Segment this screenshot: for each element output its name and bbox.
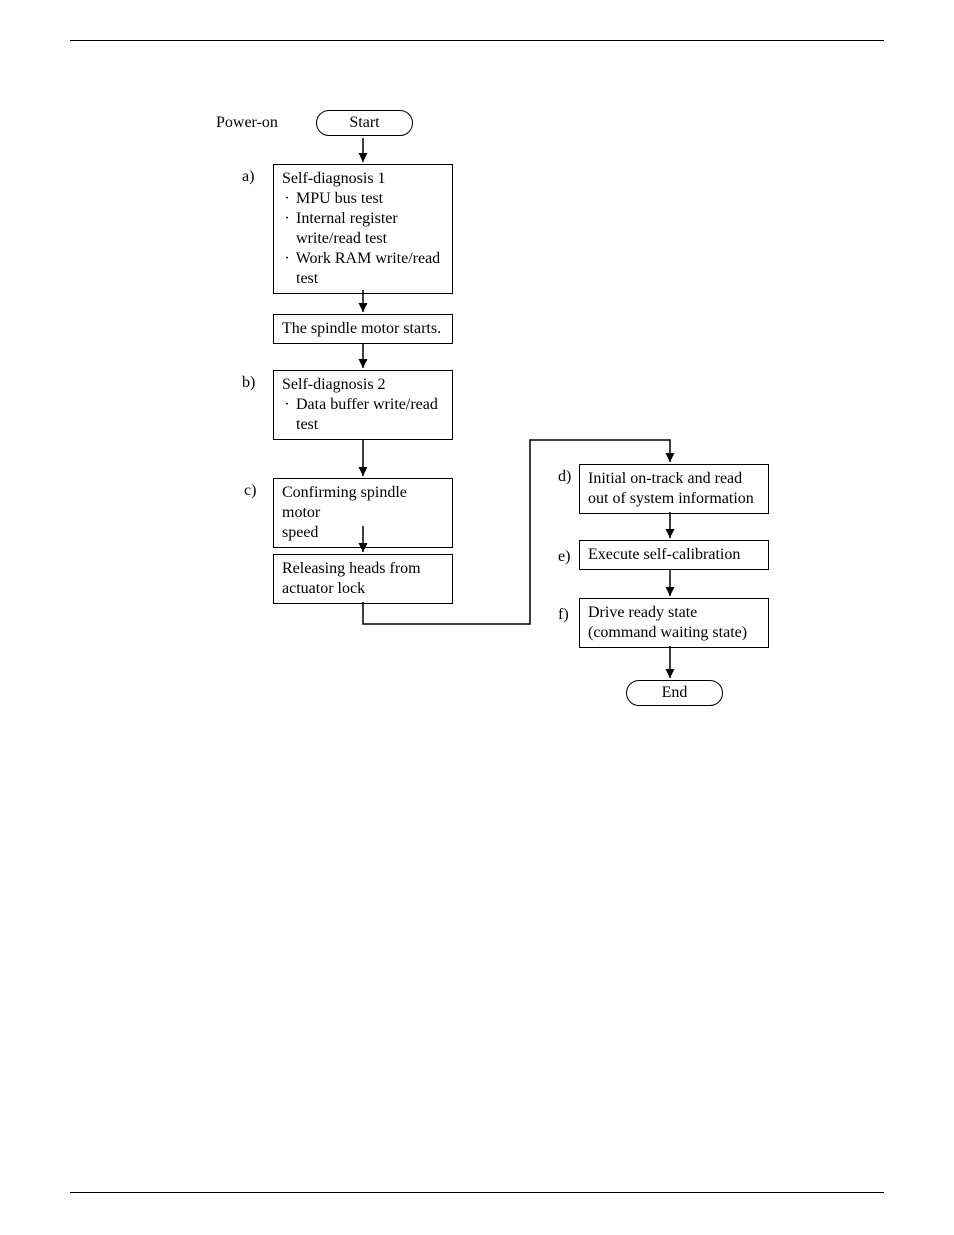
top-rule <box>70 40 884 41</box>
flow-arrows <box>0 100 954 740</box>
bottom-rule <box>70 1192 884 1193</box>
